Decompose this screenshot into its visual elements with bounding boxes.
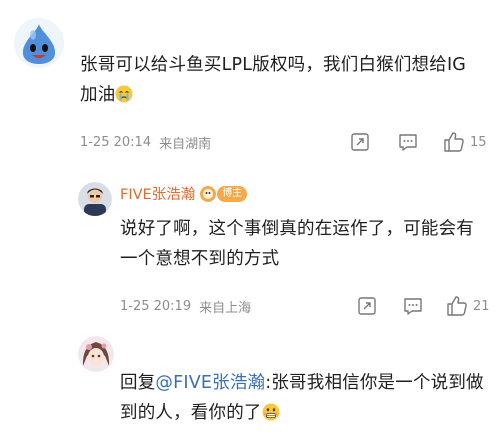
location: 来自上海 bbox=[199, 300, 252, 316]
comment-actions: 15 bbox=[348, 129, 487, 155]
reply-prefix: 回复 bbox=[120, 373, 156, 393]
like-icon[interactable] bbox=[445, 294, 469, 318]
mention-link[interactable]: @FIVE张浩瀚 bbox=[155, 373, 265, 393]
avatar-slime[interactable] bbox=[14, 18, 64, 68]
comment-actions: 21 bbox=[355, 293, 490, 319]
like-count: 21 bbox=[473, 298, 490, 314]
timestamp: 1-25 20:14 bbox=[80, 134, 152, 150]
comment-1: 张哥可以给斗鱼买LPL版权吗，我们白猴们想给IG加油 1-25 20:14 来自… bbox=[0, 0, 500, 170]
reply-header: FIVE张浩瀚 博主 bbox=[120, 183, 248, 204]
crying-face-emoji bbox=[115, 85, 133, 103]
location: 来自湖南 bbox=[159, 136, 212, 152]
comment-icon[interactable] bbox=[401, 294, 425, 318]
comment-text: 张哥可以给斗鱼买LPL版权吗，我们白猴们想给IG加油 bbox=[80, 55, 467, 105]
grimacing-face-emoji bbox=[262, 403, 280, 421]
comment-text: 说好了啊，这个事倒真的在运作了，可能会有一个意想不到的方式 bbox=[120, 219, 474, 269]
timestamp: 1-25 20:19 bbox=[120, 298, 192, 314]
like-icon[interactable] bbox=[442, 130, 466, 154]
blogger-badge: 博主 bbox=[199, 185, 248, 203]
avatar-five[interactable] bbox=[78, 182, 112, 216]
share-icon[interactable] bbox=[348, 130, 372, 154]
comment-2: FIVE张浩瀚 博主 说好了啊，这个事倒真的在运作了，可能会有一个意想不到的方式… bbox=[0, 170, 500, 320]
comment-text: 回复@FIVE张浩瀚:张哥我相信你是一个说到做到的人，看你的了 bbox=[120, 373, 484, 423]
avatar-anime-girl[interactable] bbox=[78, 336, 114, 372]
username[interactable]: FIVE张浩瀚 bbox=[120, 183, 195, 204]
like-count: 15 bbox=[470, 134, 487, 150]
comment-meta: 1-25 20:19 来自上海 bbox=[120, 294, 251, 318]
comment-3: 回复@FIVE张浩瀚:张哥我相信你是一个说到做到的人，看你的了 bbox=[0, 320, 500, 440]
comment-icon[interactable] bbox=[396, 130, 420, 154]
comment-meta: 1-25 20:14 来自湖南 bbox=[80, 130, 211, 154]
share-icon[interactable] bbox=[355, 294, 379, 318]
badge-label: 博主 bbox=[217, 185, 248, 202]
